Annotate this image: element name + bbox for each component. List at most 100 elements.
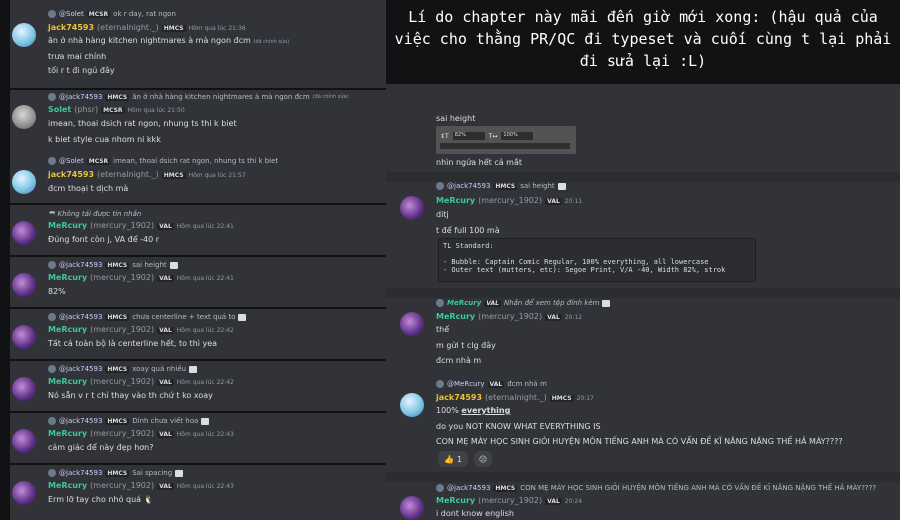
reply-text[interactable]: sai height (520, 182, 554, 190)
reply-author[interactable]: @jack74593 (59, 261, 102, 269)
reply-preview[interactable]: @MeRcury VAL đcm nhà m (436, 380, 547, 388)
avatar[interactable] (12, 221, 36, 245)
reply-preview[interactable]: @Solet MCSR ok r day, rat ngon (48, 10, 176, 18)
message-line: cảm giác để này đẹp hơn? (48, 443, 154, 452)
reply-text[interactable]: chưa centerline + text quá to (132, 313, 235, 321)
reply-avatar (48, 93, 56, 101)
message-line: Nó sẵn v r t chỉ thay vào th chứ t ko xo… (48, 391, 213, 400)
reaction-thumbs-up[interactable]: 👍 1 (438, 451, 468, 467)
reply-text[interactable]: đcm nhà m (507, 380, 547, 388)
timestamp: Hôm qua lúc 21:36 (188, 25, 246, 32)
reply-preview[interactable]: @jack74593 HMCS sai height (48, 261, 178, 269)
avatar[interactable] (12, 429, 36, 453)
reply-preview[interactable]: MeRcury VAL Nhấn để xem tệp đính kèm (436, 299, 611, 307)
add-reaction-button[interactable]: ☹ (474, 451, 492, 467)
reply-preview[interactable]: @jack74593 HMCS CON MẸ MÀY HỌC SINH GIỎI… (436, 484, 876, 492)
message-line: trưa mai chính (48, 52, 107, 61)
message-line: k biet style cua nhom ni kkk (48, 135, 161, 144)
username[interactable]: Solet (48, 105, 71, 114)
avatar[interactable] (12, 105, 36, 129)
reply-preview[interactable]: @jack74593 HMCS ăn ở nhà hàng kitchen ni… (48, 93, 349, 101)
reply-preview[interactable]: @jack74593 HMCS Sai spacing (48, 469, 184, 477)
handle: (phsr) (74, 105, 99, 114)
avatar[interactable] (12, 273, 36, 297)
username[interactable]: jack74593 (48, 23, 94, 32)
timestamp: Hôm qua lúc 21:50 (127, 107, 185, 114)
handle: (mercury_1902) (90, 481, 155, 490)
reply-preview[interactable]: @jack74593 HMCS chưa centerline + text q… (48, 313, 247, 321)
timestamp: 20:11 (564, 198, 583, 205)
avatar[interactable] (12, 325, 36, 349)
reply-author[interactable]: @Solet (59, 157, 84, 165)
role-tag: VAL (484, 299, 501, 307)
timestamp: 20:24 (564, 498, 583, 505)
avatar[interactable] (12, 377, 36, 401)
avatar[interactable] (400, 312, 424, 336)
left-chat-panel (0, 0, 386, 520)
username[interactable]: MeRcury (48, 481, 87, 490)
reply-text[interactable]: ok r day, rat ngon (113, 10, 176, 18)
message-divider (10, 203, 386, 205)
username[interactable]: MeRcury (48, 429, 87, 438)
reply-author[interactable]: @jack74593 (59, 469, 102, 477)
timestamp: Hôm qua lúc 22:41 (176, 223, 234, 230)
role-tag: VAL (157, 431, 174, 438)
username[interactable]: MeRcury (436, 196, 475, 205)
reply-text[interactable]: xoay quá nhiều (132, 365, 186, 373)
reply-text[interactable]: ăn ở nhà hàng kitchen nightmares à mà ng… (132, 93, 309, 101)
reply-text[interactable]: Sai spacing (132, 469, 172, 477)
role-tag: HMCS (105, 93, 130, 101)
handle: (mercury_1902) (90, 429, 155, 438)
height-row: ↕T 82% T↔ 100% (440, 132, 534, 140)
reply-author[interactable]: @jack74593 (59, 93, 102, 101)
reply-text[interactable]: Nhấn để xem tệp đính kèm (504, 299, 599, 307)
role-tag: VAL (157, 327, 174, 334)
handle: (eternalnight._) (485, 393, 547, 402)
reply-author[interactable]: MeRcury (447, 299, 481, 307)
image-icon (238, 313, 247, 321)
reply-author[interactable]: @jack74593 (59, 417, 102, 425)
reply-preview[interactable]: @jack74593 HMCS sai height (436, 182, 566, 190)
reply-author[interactable]: @MeRcury (447, 380, 485, 388)
reply-text[interactable]: sai height (132, 261, 166, 269)
role-tag: VAL (545, 498, 562, 505)
reply-author[interactable]: @jack74593 (59, 313, 102, 321)
message-line: ditj (436, 210, 449, 219)
username[interactable]: jack74593 (436, 393, 482, 402)
horizontal-scale-icon: T↔ (488, 132, 498, 140)
avatar[interactable] (12, 23, 36, 47)
avatar[interactable] (400, 496, 424, 520)
message-divider (10, 359, 386, 361)
reply-author[interactable]: @jack74593 (447, 182, 490, 190)
avatar[interactable] (400, 393, 424, 417)
handle: (mercury_1902) (90, 377, 155, 386)
message-line: thế (436, 325, 450, 334)
role-tag: HMCS (493, 484, 518, 492)
avatar[interactable] (12, 170, 36, 194)
reply-author[interactable]: @jack74593 (447, 484, 490, 492)
message-divider (10, 463, 386, 465)
reply-preview[interactable]: @Solet MCSR imean, thoai dsich rat ngon,… (48, 157, 278, 165)
message-header: Solet (phsr) MCSR Hôm qua lúc 21:50 (48, 105, 185, 114)
username[interactable]: MeRcury (48, 377, 87, 386)
add-reaction-icon: ☹ (478, 454, 488, 464)
reply-avatar (436, 484, 444, 492)
reply-text[interactable]: Dính chưa viết hoa (132, 417, 198, 425)
avatar[interactable] (400, 196, 424, 220)
reply-author[interactable]: @Solet (59, 10, 84, 18)
username[interactable]: MeRcury (48, 221, 87, 230)
reply-text[interactable]: CON MẸ MÀY HỌC SINH GIỎI HUYỆN MÔN TIẾNG… (520, 484, 876, 492)
reply-author[interactable]: @jack74593 (59, 365, 102, 373)
username[interactable]: MeRcury (48, 273, 87, 282)
username[interactable]: MeRcury (436, 496, 475, 505)
reply-preview: ⮪ Không tải được tin nhắn (48, 209, 141, 218)
code-block[interactable]: TL Standard: - Bubble: Captain Comic Reg… (438, 238, 756, 282)
avatar[interactable] (12, 481, 36, 505)
username[interactable]: jack74593 (48, 170, 94, 179)
reply-preview[interactable]: @jack74593 HMCS xoay quá nhiều (48, 365, 198, 373)
username[interactable]: MeRcury (436, 312, 475, 321)
reply-preview[interactable]: @jack74593 HMCS Dính chưa viết hoa (48, 417, 210, 425)
handle: (mercury_1902) (90, 273, 155, 282)
reply-text[interactable]: imean, thoai dsich rat ngon, nhung ts th… (113, 157, 278, 165)
username[interactable]: MeRcury (48, 325, 87, 334)
